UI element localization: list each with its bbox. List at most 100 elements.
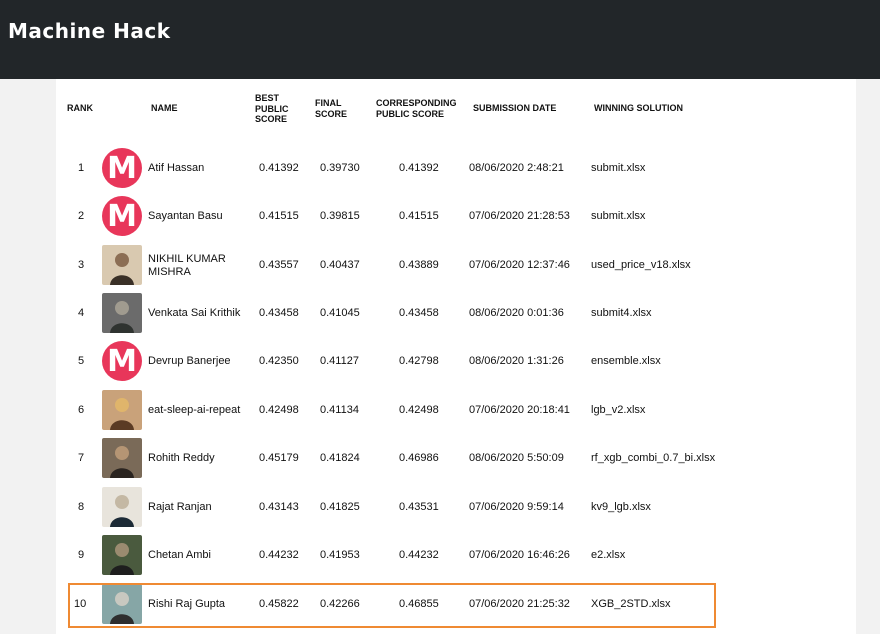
- profile-photo-icon: [102, 390, 142, 430]
- submission-date: 07/06/2020 9:59:14: [469, 501, 564, 513]
- table-row: 6 eat-sleep-ai-repeat 0.42498 0.41134 0.4249…: [0, 387, 880, 435]
- participant-name[interactable]: eat-sleep-ai-repeat: [148, 404, 240, 417]
- winning-solution-file[interactable]: e2.xlsx: [591, 549, 625, 562]
- best-public-score: 0.43557: [259, 259, 299, 271]
- header-name: NAME: [151, 103, 178, 113]
- avatar[interactable]: [102, 245, 142, 285]
- best-public-score: 0.44232: [259, 549, 299, 561]
- submission-date: 08/06/2020 1:31:26: [469, 355, 564, 367]
- final-score: 0.41045: [320, 307, 360, 319]
- avatar[interactable]: M: [102, 196, 142, 236]
- header-submission-date: SUBMISSION DATE: [473, 103, 557, 113]
- rank-cell: 3: [78, 259, 85, 271]
- submission-date: 08/06/2020 5:50:09: [469, 452, 564, 464]
- table-row: 9 Chetan Ambi 0.44232 0.41953 0.44232 07/06/2…: [0, 532, 880, 580]
- participant-name[interactable]: Rajat Ranjan: [148, 501, 212, 514]
- submission-date: 07/06/2020 21:28:53: [469, 210, 570, 222]
- avatar[interactable]: [102, 293, 142, 333]
- participant-name[interactable]: Chetan Ambi: [148, 549, 211, 562]
- participant-name[interactable]: NIKHIL KUMAR MISHRA: [148, 253, 226, 279]
- best-public-score: 0.43143: [259, 501, 299, 513]
- participant-name[interactable]: Rohith Reddy: [148, 452, 215, 465]
- avatar[interactable]: [102, 535, 142, 575]
- corresponding-public-score: 0.46986: [399, 452, 439, 464]
- corresponding-public-score: 0.43531: [399, 501, 439, 513]
- machinehack-logo-icon: M: [107, 344, 137, 379]
- header-best-public-score: BEST PUBLIC SCORE: [255, 93, 289, 124]
- header-winning-solution: WINNING SOLUTION: [594, 103, 683, 113]
- winning-solution-file[interactable]: lgb_v2.xlsx: [591, 404, 645, 417]
- machinehack-logo[interactable]: Machine Hack: [8, 19, 171, 43]
- corresponding-public-score: 0.43458: [399, 307, 439, 319]
- best-public-score: 0.45179: [259, 452, 299, 464]
- best-public-score: 0.41392: [259, 162, 299, 174]
- rank-cell: 8: [78, 501, 85, 513]
- corresponding-public-score: 0.42798: [399, 355, 439, 367]
- profile-photo-icon: [102, 245, 142, 285]
- current-user-highlight: [68, 583, 716, 628]
- table-row: 8 Rajat Ranjan 0.43143 0.41825 0.43531 07/06/…: [0, 484, 880, 532]
- winning-solution-file[interactable]: ensemble.xlsx: [591, 355, 661, 368]
- winning-solution-file[interactable]: submit.xlsx: [591, 210, 645, 223]
- participant-name[interactable]: Devrup Banerjee: [148, 355, 231, 368]
- final-score: 0.39815: [320, 210, 360, 222]
- avatar[interactable]: [102, 390, 142, 430]
- top-bar: Machine Hack: [0, 0, 880, 79]
- participant-name[interactable]: Venkata Sai Krithik: [148, 307, 240, 320]
- corresponding-public-score: 0.41515: [399, 210, 439, 222]
- avatar[interactable]: [102, 438, 142, 478]
- profile-photo-icon: [102, 293, 142, 333]
- corresponding-public-score: 0.41392: [399, 162, 439, 174]
- rank-cell: 2: [78, 210, 85, 222]
- winning-solution-file[interactable]: submit4.xlsx: [591, 307, 652, 320]
- final-score: 0.41953: [320, 549, 360, 561]
- avatar[interactable]: [102, 487, 142, 527]
- table-row: 2 M Sayantan Basu 0.41515 0.39815 0.41515 07/0…: [0, 193, 880, 241]
- machinehack-logo-icon: M: [107, 151, 137, 186]
- participant-name[interactable]: Atif Hassan: [148, 162, 204, 175]
- rank-cell: 9: [78, 549, 85, 561]
- final-score: 0.39730: [320, 162, 360, 174]
- submission-date: 07/06/2020 20:18:41: [469, 404, 570, 416]
- final-score: 0.41824: [320, 452, 360, 464]
- header-rank: RANK: [67, 103, 93, 113]
- corresponding-public-score: 0.42498: [399, 404, 439, 416]
- best-public-score: 0.41515: [259, 210, 299, 222]
- table-row: 3 NIKHIL KUMAR MISHRA 0.43557 0.40437 0.4388…: [0, 242, 880, 290]
- rank-cell: 5: [78, 355, 85, 367]
- winning-solution-file[interactable]: submit.xlsx: [591, 162, 645, 175]
- avatar[interactable]: M: [102, 148, 142, 188]
- final-score: 0.41825: [320, 501, 360, 513]
- final-score: 0.41127: [320, 355, 359, 367]
- best-public-score: 0.43458: [259, 307, 299, 319]
- winning-solution-file[interactable]: kv9_lgb.xlsx: [591, 501, 651, 514]
- profile-photo-icon: [102, 487, 142, 527]
- profile-photo-icon: [102, 438, 142, 478]
- submission-date: 07/06/2020 16:46:26: [469, 549, 570, 561]
- profile-photo-icon: [102, 535, 142, 575]
- table-row: 4 Venkata Sai Krithik 0.43458 0.41045 0.4345…: [0, 290, 880, 338]
- final-score: 0.41134: [320, 404, 359, 416]
- avatar[interactable]: M: [102, 341, 142, 381]
- corresponding-public-score: 0.44232: [399, 549, 439, 561]
- winning-solution-file[interactable]: used_price_v18.xlsx: [591, 259, 691, 272]
- table-row: 5 M Devrup Banerjee 0.42350 0.41127 0.42798 08…: [0, 338, 880, 386]
- best-public-score: 0.42498: [259, 404, 299, 416]
- rank-cell: 6: [78, 404, 85, 416]
- participant-name[interactable]: Sayantan Basu: [148, 210, 223, 223]
- header-final-score: FINAL SCORE: [315, 98, 348, 119]
- submission-date: 07/06/2020 12:37:46: [469, 259, 570, 271]
- rank-cell: 7: [78, 452, 85, 464]
- header-corresponding-public-score: CORRESPONDING PUBLIC SCORE: [376, 98, 457, 119]
- submission-date: 08/06/2020 0:01:36: [469, 307, 564, 319]
- rank-cell: 4: [78, 307, 85, 319]
- best-public-score: 0.42350: [259, 355, 299, 367]
- corresponding-public-score: 0.43889: [399, 259, 439, 271]
- submission-date: 08/06/2020 2:48:21: [469, 162, 564, 174]
- final-score: 0.40437: [320, 259, 360, 271]
- table-row: 1 M Atif Hassan 0.41392 0.39730 0.41392 08/06/…: [0, 145, 880, 193]
- winning-solution-file[interactable]: rf_xgb_combi_0.7_bi.xlsx: [591, 452, 715, 465]
- machinehack-logo-icon: M: [107, 199, 137, 234]
- table-row: 7 Rohith Reddy 0.45179 0.41824 0.46986 08/06/…: [0, 435, 880, 483]
- rank-cell: 1: [78, 162, 85, 174]
